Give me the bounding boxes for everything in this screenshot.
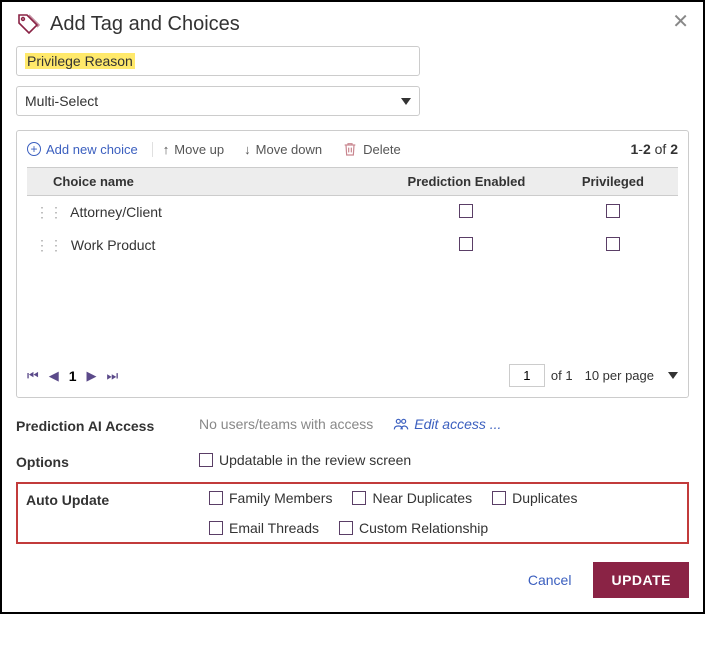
pager-first-icon[interactable]: ⏮ xyxy=(27,368,39,384)
family-label: Family Members xyxy=(229,490,332,506)
edit-access-link[interactable]: Edit access ... xyxy=(393,416,501,432)
family-members-checkbox[interactable]: Family Members xyxy=(209,490,332,506)
move-up-label: Move up xyxy=(174,142,224,157)
table-row[interactable]: ⋮⋮ Attorney/Client xyxy=(27,196,678,229)
pager-right: of 1 10 per page xyxy=(509,364,678,387)
checkbox-icon xyxy=(339,521,353,535)
range-of: of xyxy=(655,141,667,157)
tag-name-input[interactable]: Privilege Reason xyxy=(16,46,420,76)
options-row: Options Updatable in the review screen xyxy=(16,452,689,470)
move-down-label: Move down xyxy=(256,142,322,157)
checkbox-icon xyxy=(352,491,366,505)
modal-title: Add Tag and Choices xyxy=(50,13,240,36)
choices-toolbar: + Add new choice ↑ Move up ↓ Move down xyxy=(27,131,678,167)
pager-controls: ⏮ ◀ 1 ▶ ⏭ xyxy=(27,368,118,384)
duplicates-checkbox[interactable]: Duplicates xyxy=(492,490,577,506)
email-label: Email Threads xyxy=(229,520,319,536)
range-total: 2 xyxy=(670,141,678,157)
pager-last-icon[interactable]: ⏭ xyxy=(107,368,119,384)
delete-button[interactable]: Delete xyxy=(332,141,411,157)
choice-name: Work Product xyxy=(71,237,156,253)
auto-update-label: Auto Update xyxy=(26,490,191,508)
pager-of: of 1 xyxy=(551,368,573,383)
choices-panel: + Add new choice ↑ Move up ↓ Move down xyxy=(16,130,689,398)
col-choice-name[interactable]: Choice name xyxy=(27,168,385,196)
modal-header: Add Tag and Choices xyxy=(16,12,689,42)
options-label: Options xyxy=(16,452,181,470)
prediction-access-label: Prediction AI Access xyxy=(16,416,181,434)
plus-circle-icon: + xyxy=(27,142,41,156)
per-page-chevron-icon[interactable] xyxy=(668,372,678,379)
arrow-down-icon: ↓ xyxy=(244,142,251,157)
table-row[interactable]: ⋮⋮ Work Product xyxy=(27,229,678,262)
choices-table: Choice name Prediction Enabled Privilege… xyxy=(27,167,678,196)
updatable-checkbox[interactable]: Updatable in the review screen xyxy=(199,452,411,468)
custom-relationship-checkbox[interactable]: Custom Relationship xyxy=(339,520,488,536)
choice-name: Attorney/Client xyxy=(70,204,162,220)
pager-next-icon[interactable]: ▶ xyxy=(87,368,97,384)
auto-update-highlight: Auto Update Family Members Near Duplicat… xyxy=(16,482,689,544)
near-dup-label: Near Duplicates xyxy=(372,490,472,506)
edit-access-label: Edit access ... xyxy=(414,416,501,432)
delete-label: Delete xyxy=(363,142,401,157)
col-privileged[interactable]: Privileged xyxy=(548,168,678,196)
pager: ⏮ ◀ 1 ▶ ⏭ of 1 10 per page xyxy=(27,364,678,387)
tag-type-value: Multi-Select xyxy=(25,93,98,109)
prediction-ai-access-row: Prediction AI Access No users/teams with… xyxy=(16,416,689,434)
move-up-button[interactable]: ↑ Move up xyxy=(153,142,234,157)
dup-label: Duplicates xyxy=(512,490,577,506)
privileged-checkbox[interactable] xyxy=(606,237,620,251)
updatable-label: Updatable in the review screen xyxy=(219,452,411,468)
tag-name-value: Privilege Reason xyxy=(25,53,135,69)
checkbox-icon xyxy=(209,521,223,535)
prediction-access-text: No users/teams with access xyxy=(199,416,373,432)
move-down-button[interactable]: ↓ Move down xyxy=(234,142,332,157)
cancel-button[interactable]: Cancel xyxy=(528,572,572,588)
pager-prev-icon[interactable]: ◀ xyxy=(49,368,59,384)
add-choice-button[interactable]: + Add new choice xyxy=(27,142,153,157)
page-number-input[interactable] xyxy=(509,364,545,387)
choices-counter: 1-2 of 2 xyxy=(630,141,678,157)
add-choice-label: Add new choice xyxy=(46,142,138,157)
people-icon xyxy=(393,417,409,431)
add-tag-modal: Add Tag and Choices ✕ Privilege Reason M… xyxy=(0,0,705,614)
near-duplicates-checkbox[interactable]: Near Duplicates xyxy=(352,490,472,506)
tag-type-select[interactable]: Multi-Select xyxy=(16,86,420,116)
col-prediction[interactable]: Prediction Enabled xyxy=(385,168,548,196)
drag-handle-icon[interactable]: ⋮⋮ xyxy=(35,237,67,253)
pager-current: 1 xyxy=(69,368,77,384)
per-page-label: 10 per page xyxy=(585,368,654,383)
email-threads-checkbox[interactable]: Email Threads xyxy=(209,520,319,536)
close-icon[interactable]: ✕ xyxy=(672,12,689,32)
range-end: 2 xyxy=(643,141,651,157)
privileged-checkbox[interactable] xyxy=(606,204,620,218)
arrow-up-icon: ↑ xyxy=(163,142,170,157)
drag-handle-icon[interactable]: ⋮⋮ xyxy=(35,204,67,220)
checkbox-icon xyxy=(199,453,213,467)
tag-icon xyxy=(16,12,40,36)
checkbox-icon xyxy=(492,491,506,505)
chevron-down-icon xyxy=(401,98,411,105)
modal-footer: Cancel UPDATE xyxy=(16,562,689,598)
prediction-checkbox[interactable] xyxy=(459,204,473,218)
auto-update-row: Auto Update Family Members Near Duplicat… xyxy=(26,490,679,536)
update-button[interactable]: UPDATE xyxy=(593,562,689,598)
choices-table-body: ⋮⋮ Attorney/Client ⋮⋮ Work Product xyxy=(27,196,678,262)
checkbox-icon xyxy=(209,491,223,505)
custom-label: Custom Relationship xyxy=(359,520,488,536)
range-start: 1 xyxy=(630,141,638,157)
trash-icon xyxy=(342,141,358,157)
prediction-checkbox[interactable] xyxy=(459,237,473,251)
